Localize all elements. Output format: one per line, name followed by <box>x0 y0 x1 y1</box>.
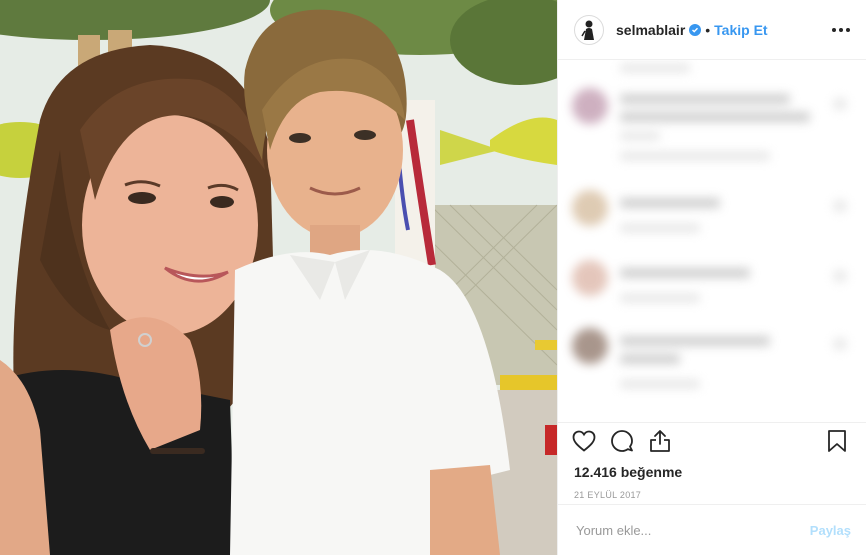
follow-button[interactable]: Takip Et <box>714 22 767 38</box>
comment-input[interactable] <box>574 521 810 539</box>
username-link[interactable]: selmablair <box>616 22 685 38</box>
likes-count[interactable]: 12.416 beğenme <box>558 462 866 482</box>
post-actions: 12.416 beğenme 21 EYLÜL 2017 <box>558 422 866 500</box>
header-separator: • <box>705 21 711 38</box>
list-item <box>572 88 853 160</box>
list-item <box>572 190 853 250</box>
post-date[interactable]: 21 EYLÜL 2017 <box>558 490 866 500</box>
bookmark-icon[interactable] <box>825 429 849 453</box>
more-options-icon[interactable] <box>832 27 850 32</box>
post-side-panel: selmablair • Takip Et 12.416 beğenme 21 … <box>557 0 866 555</box>
comment-icon[interactable] <box>610 429 634 453</box>
post-photo[interactable] <box>0 0 557 555</box>
comments-list[interactable] <box>558 60 866 420</box>
instagram-post: selmablair • Takip Et 12.416 beğenme 21 … <box>0 0 866 555</box>
post-header: selmablair • Takip Et <box>558 0 866 60</box>
avatar-silhouette-icon <box>581 20 594 40</box>
list-item <box>572 328 853 388</box>
action-icons <box>558 423 866 459</box>
share-icon[interactable] <box>648 429 672 453</box>
list-item <box>572 260 853 320</box>
photo-illustration <box>0 0 557 555</box>
post-comment-button[interactable]: Paylaş <box>810 523 851 538</box>
verified-badge-icon <box>689 23 702 36</box>
heart-icon[interactable] <box>572 429 596 453</box>
user-avatar[interactable] <box>574 14 604 45</box>
add-comment-bar: Paylaş <box>558 504 866 555</box>
